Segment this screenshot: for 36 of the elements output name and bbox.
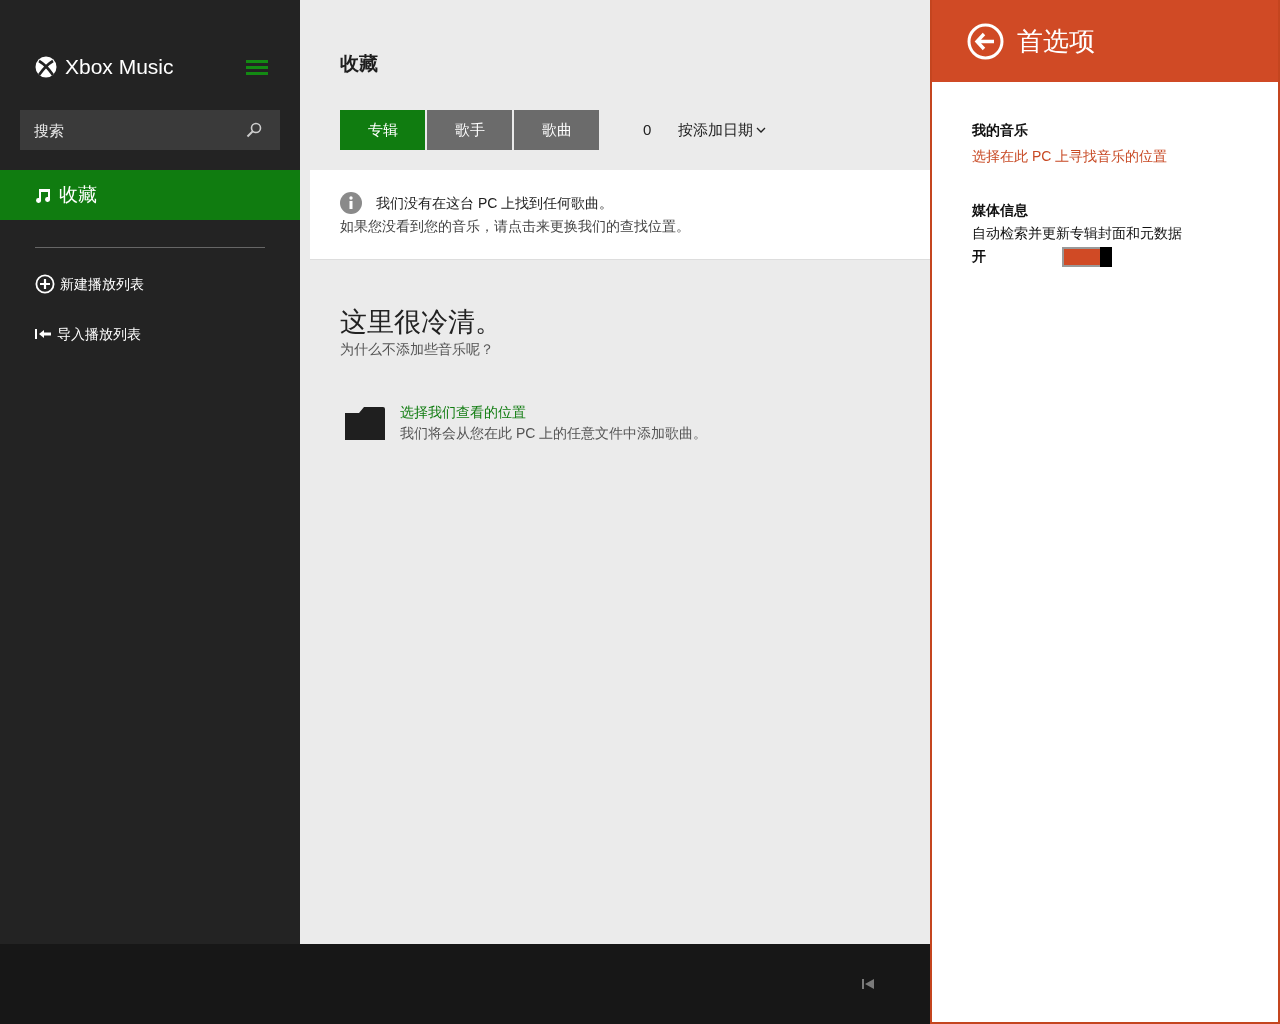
item-count: 0 [643,119,652,140]
back-button-icon[interactable] [967,22,1004,60]
search-icon[interactable] [246,122,262,138]
xbox-logo-icon [35,56,57,78]
search-field[interactable]: 搜索 [20,110,280,150]
menu-button[interactable] [246,59,268,75]
notice-title: 我们没有在这台 PC 上找到任何歌曲。 [376,193,614,213]
sort-dropdown[interactable]: 按添加日期 [678,118,767,142]
music-location-link[interactable]: 选择在此 PC 上寻找音乐的位置 [972,146,1278,167]
import-arrow-icon [35,328,52,340]
section-heading: 媒体信息 [972,201,1029,220]
section-heading: 我的音乐 [972,121,1029,140]
info-icon [340,192,362,214]
notice-card[interactable]: 我们没有在这台 PC 上找到任何歌曲。 如果您没看到您的音乐，请点击来更换我们的查找位置。 [310,170,930,260]
empty-subheading: 为什么不添加些音乐呢？ [340,340,495,359]
filter-tab[interactable]: 歌曲 [514,110,599,150]
filter-tab[interactable]: 专辑 [340,110,425,150]
location-description: 我们将会从您在此 PC 上的任意文件中添加歌曲。 [400,424,708,443]
notice-text: 如果您没看到您的音乐，请点击来更换我们的查找位置。 [340,217,691,236]
page-title: 收藏 [340,52,379,76]
filter-tab[interactable]: 歌手 [427,110,512,150]
setting-description: 自动检索并更新专辑封面和元数据 [972,224,1183,243]
playlist-action[interactable]: 新建播放列表 [35,273,300,295]
app-title: Xbox Music [65,54,174,81]
plus-circle-icon [35,274,55,294]
empty-heading: 这里很冷清。 [340,306,503,339]
music-note-icon [35,187,51,203]
toggle-state-label: 开 [972,247,987,266]
skip-back-icon[interactable] [862,979,874,989]
nav-item[interactable]: 收藏 [0,170,300,220]
location-link[interactable]: 选择我们查看的位置 [400,402,708,423]
playlist-action[interactable]: 导入播放列表 [35,323,300,345]
chevron-down-icon [756,127,767,133]
panel-title: 首选项 [1017,24,1095,58]
toggle-switch[interactable] [1062,246,1112,267]
folder-icon [345,406,385,440]
